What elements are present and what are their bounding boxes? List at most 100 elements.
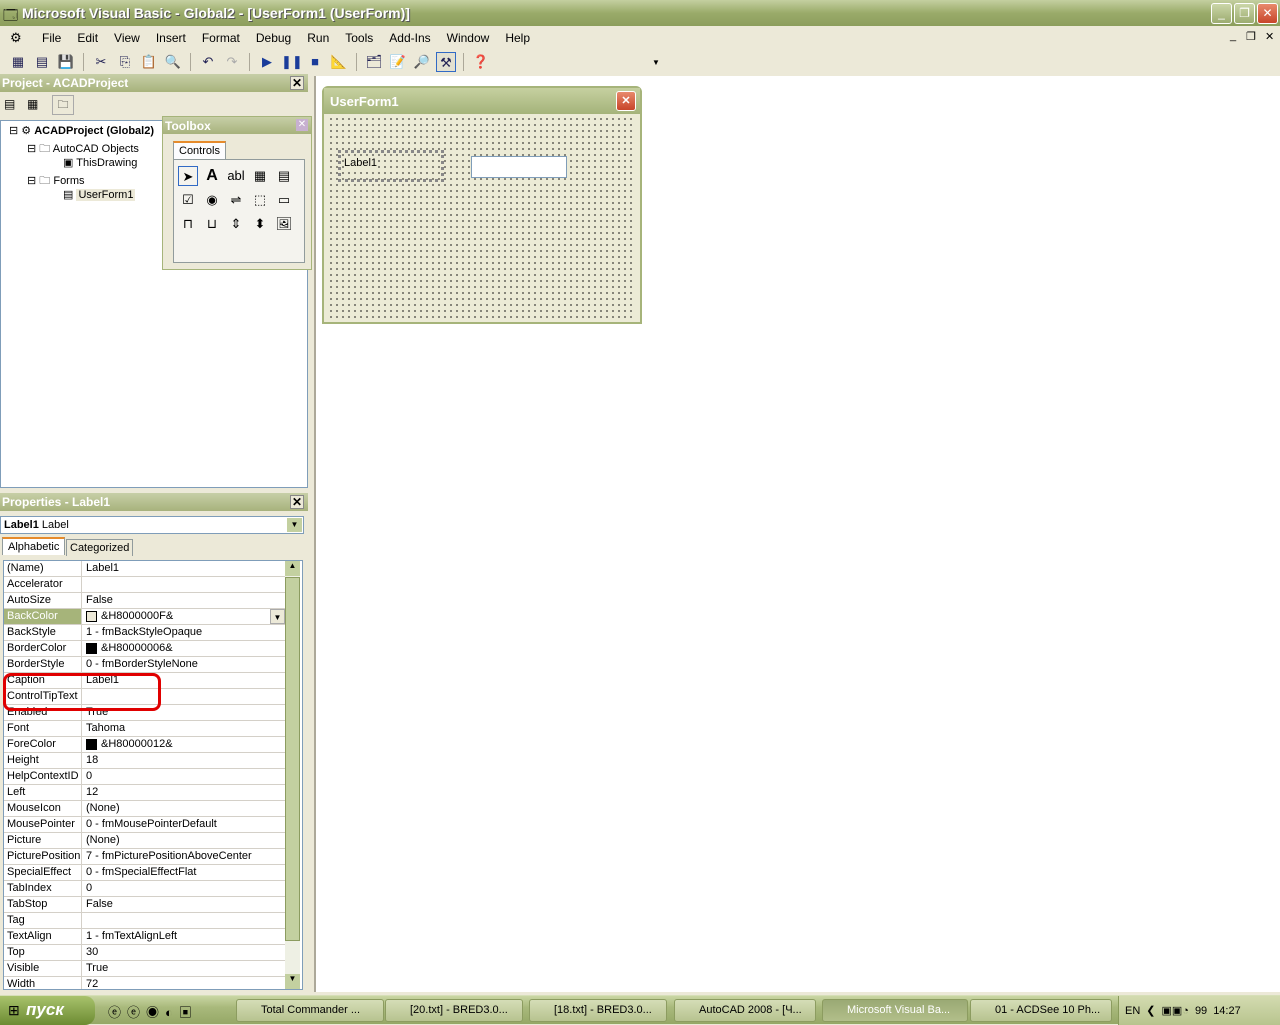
property-row[interactable]: BorderStyle 0 - fmBorderStyleNone [4, 657, 285, 673]
tab-alphabetic[interactable]: Alphabetic [2, 537, 66, 555]
property-row[interactable]: Width 72 [4, 977, 285, 989]
task-total-commander[interactable]: Total Commander ... [236, 999, 384, 1022]
property-value[interactable]: (None) [82, 801, 285, 816]
combobox-tool-icon[interactable]: ▦ [250, 166, 270, 186]
checkbox-tool-icon[interactable]: ☑ [178, 190, 198, 210]
property-row[interactable]: PicturePosition 7 - fmPicturePositionAbov… [4, 849, 285, 865]
property-value[interactable]: Label1 [82, 561, 285, 576]
togglebutton-tool-icon[interactable]: ⇌ [226, 190, 246, 210]
mdi-close-button[interactable]: ✕ [1265, 30, 1274, 43]
minimize-button[interactable]: _ [1211, 3, 1232, 24]
property-row[interactable]: MousePointer 0 - fmMousePointerDefault [4, 817, 285, 833]
language-indicator[interactable]: EN [1125, 1005, 1140, 1017]
property-value[interactable]: 0 - fmSpecialEffectFlat [82, 865, 285, 880]
break-icon[interactable]: ❚❚ [281, 52, 303, 72]
scroll-up-icon[interactable]: ▲ [285, 561, 300, 576]
quick-launch-icons[interactable]: ⓔⓔ◉◐▣ [108, 1002, 198, 1021]
property-row[interactable]: TabStop False [4, 897, 285, 913]
property-row[interactable]: Top 30 [4, 945, 285, 961]
undo-icon[interactable]: ↶ [198, 52, 218, 72]
property-value[interactable]: True [82, 961, 285, 976]
property-value[interactable]: Tahoma [82, 721, 285, 736]
property-value[interactable]: False [82, 593, 285, 608]
property-row[interactable]: BorderColor &H80000006& [4, 641, 285, 657]
toolbox-close-button[interactable]: ✕ [296, 119, 308, 131]
task-bred-20[interactable]: [20.txt] - BRED3.0... [385, 999, 523, 1022]
mdi-minimize-button[interactable]: _ [1230, 30, 1236, 42]
property-row[interactable]: HelpContextID 0 [4, 769, 285, 785]
menu-addins[interactable]: Add-Ins [381, 31, 438, 45]
property-row[interactable]: MouseIcon (None) [4, 801, 285, 817]
project-close-button[interactable]: ✕ [290, 76, 304, 90]
property-value[interactable]: 72 [82, 977, 285, 989]
property-row[interactable]: Picture (None) [4, 833, 285, 849]
task-acdsee[interactable]: 01 - ACDSee 10 Ph... [970, 999, 1112, 1022]
view-object-icon[interactable]: ▦ [27, 97, 38, 111]
property-row[interactable]: Font Tahoma [4, 721, 285, 737]
task-autocad[interactable]: AutoCAD 2008 - [Ч... [674, 999, 816, 1022]
property-value[interactable]: 1 - fmBackStyleOpaque [82, 625, 285, 640]
property-value[interactable]: False [82, 897, 285, 912]
property-value[interactable]: &H80000012& [82, 737, 285, 752]
run-icon[interactable]: ▶ [257, 52, 277, 72]
maximize-button[interactable]: ❐ [1234, 3, 1255, 24]
label-tool-icon[interactable]: A [202, 166, 222, 186]
menu-file[interactable]: File [34, 31, 69, 45]
property-row[interactable]: TextAlign 1 - fmTextAlignLeft [4, 929, 285, 945]
textbox-tool-icon[interactable]: abl [226, 166, 246, 186]
object-selector-dropdown[interactable]: Label1 Label ▼ [0, 516, 304, 534]
property-row[interactable]: SpecialEffect 0 - fmSpecialEffectFlat [4, 865, 285, 881]
project-explorer-icon[interactable]: 🗂 [364, 52, 384, 72]
property-row[interactable]: BackColor &H8000000F& ▼ [4, 609, 285, 625]
menu-format[interactable]: Format [194, 31, 248, 45]
menu-tools[interactable]: Tools [337, 31, 381, 45]
view-autocad-icon[interactable]: ▦ [8, 52, 28, 72]
property-row[interactable]: TabIndex 0 [4, 881, 285, 897]
property-row[interactable]: ForeColor &H80000012& [4, 737, 285, 753]
view-code-icon[interactable]: ▤ [4, 97, 15, 111]
menu-view[interactable]: View [106, 31, 148, 45]
help-icon[interactable]: ❓ [471, 52, 491, 72]
property-row[interactable]: Visible True [4, 961, 285, 977]
scrollbar-thumb[interactable] [285, 577, 300, 941]
property-row[interactable]: Left 12 [4, 785, 285, 801]
listbox-tool-icon[interactable]: ▤ [274, 166, 294, 186]
property-value[interactable] [82, 577, 285, 592]
userform-designer[interactable]: UserForm1 ✕ Label1 [322, 86, 642, 324]
property-value[interactable]: 7 - fmPicturePositionAboveCenter [82, 849, 285, 864]
property-value[interactable]: 30 [82, 945, 285, 960]
menu-insert[interactable]: Insert [148, 31, 194, 45]
property-value[interactable]: 0 - fmBorderStyleNone [82, 657, 285, 672]
redo-icon[interactable]: ↷ [222, 52, 242, 72]
frame-tool-icon[interactable]: ⬚ [250, 190, 270, 210]
property-value[interactable]: 12 [82, 785, 285, 800]
property-value[interactable]: &H80000006& [82, 641, 285, 656]
property-value[interactable]: (None) [82, 833, 285, 848]
insert-userform-icon[interactable]: ▤ [32, 52, 52, 72]
tray-expand-icon[interactable]: ❮ [1146, 1004, 1155, 1017]
menu-window[interactable]: Window [439, 31, 498, 45]
property-value[interactable]: 1 - fmTextAlignLeft [82, 929, 285, 944]
property-row[interactable]: Height 18 [4, 753, 285, 769]
save-icon[interactable]: 💾 [56, 52, 76, 72]
menu-debug[interactable]: Debug [248, 31, 299, 45]
userform-close-button[interactable]: ✕ [616, 91, 636, 111]
chevron-down-icon[interactable]: ▼ [287, 518, 302, 532]
pointer-tool-icon[interactable]: ➤ [178, 166, 198, 186]
task-visual-basic[interactable]: Microsoft Visual Ba... [822, 999, 968, 1022]
property-dropdown-icon[interactable]: ▼ [270, 609, 285, 624]
object-browser-icon[interactable]: 🔎 [412, 52, 432, 72]
spinbutton-tool-icon[interactable]: ⬍ [250, 214, 270, 234]
multipage-tool-icon[interactable]: ⊔ [202, 214, 222, 234]
menu-run[interactable]: Run [299, 31, 337, 45]
property-row[interactable]: AutoSize False [4, 593, 285, 609]
label1-control[interactable]: Label1 [338, 150, 444, 182]
tree-item-userform1[interactable]: ▤ UserForm1 [63, 188, 136, 201]
cut-icon[interactable]: ✂ [91, 52, 111, 72]
toolbox-icon[interactable]: ⚒ [436, 52, 456, 72]
paste-icon[interactable]: 📋 [139, 52, 159, 72]
mdi-restore-button[interactable]: ❐ [1246, 30, 1256, 43]
property-value[interactable] [82, 913, 285, 928]
scroll-down-icon[interactable]: ▼ [285, 974, 300, 989]
menu-edit[interactable]: Edit [69, 31, 106, 45]
